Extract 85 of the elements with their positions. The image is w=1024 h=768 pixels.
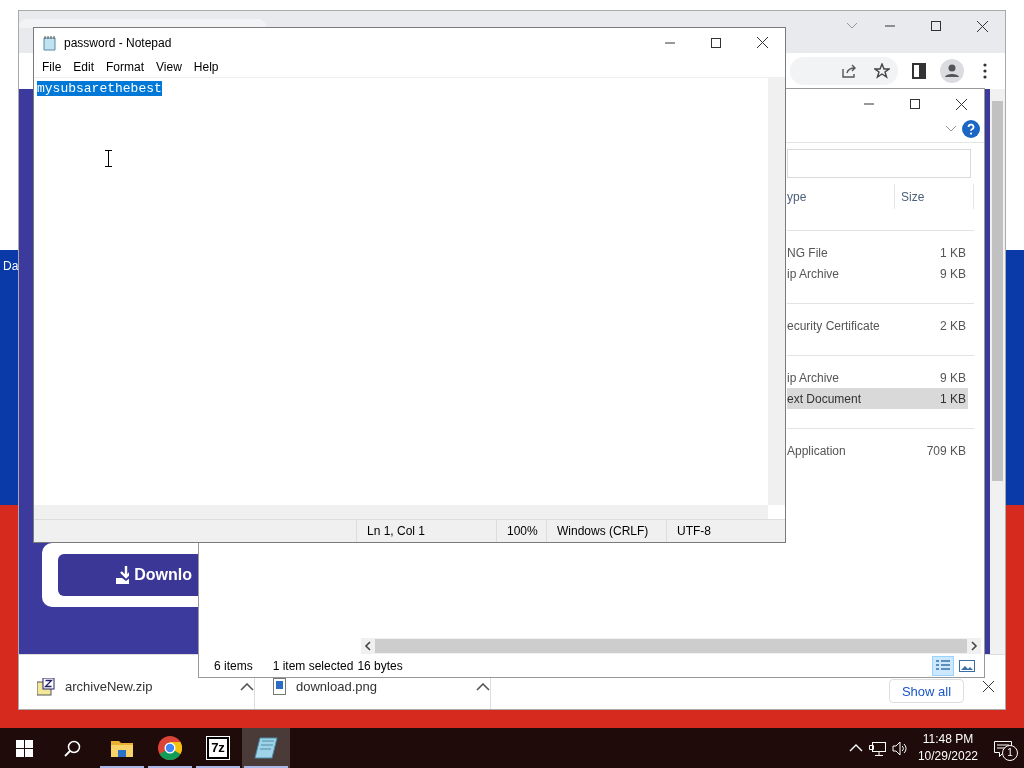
avatar-icon	[939, 59, 964, 83]
chevron-icon	[847, 23, 857, 29]
status-text: Windows (CRLF)	[557, 523, 649, 540]
file-name[interactable]: archiveNew.zip	[65, 676, 230, 697]
more-icon	[982, 63, 987, 79]
chevron-up-icon[interactable]	[848, 744, 863, 752]
notepad-icon	[42, 34, 58, 51]
file-size: 9 KB	[940, 265, 966, 283]
taskbar-app[interactable]: 7z	[194, 728, 242, 768]
menu-item[interactable]: Edit	[67, 58, 101, 76]
file-type: NG File	[787, 244, 828, 262]
caret-icon	[240, 682, 254, 691]
time-text: 11:48 PM	[922, 731, 974, 748]
taskbar-app[interactable]	[242, 728, 290, 768]
file-type: ip Archive	[787, 369, 840, 387]
file-type: Application	[787, 442, 846, 460]
file-size: 1 KB	[940, 244, 966, 262]
file-type: ext Document	[787, 390, 862, 408]
file-row[interactable]: Application 709 KB	[787, 440, 968, 461]
date-text: 10/29/2022	[917, 748, 978, 765]
menu-item[interactable]: Format	[100, 58, 151, 76]
scrollbar[interactable]	[34, 505, 768, 519]
file-size: 1 KB	[940, 390, 966, 408]
archive-file-icon	[37, 677, 55, 696]
text-cursor-icon	[105, 150, 112, 167]
status-text: UTF-8	[677, 523, 711, 540]
address-bar[interactable]	[790, 57, 898, 85]
file-row[interactable]: ip Archive 9 KB	[787, 367, 968, 388]
close-icon	[756, 37, 768, 48]
caret-icon	[476, 682, 490, 691]
scrollbar[interactable]	[990, 89, 1005, 654]
volume-icon[interactable]	[891, 740, 908, 756]
menu-item[interactable]: Help	[187, 58, 225, 76]
file-size: 2 KB	[940, 317, 966, 335]
notification-count: 1	[1002, 745, 1018, 761]
maximize-icon	[931, 21, 941, 31]
file-type: ip Archive	[787, 265, 840, 283]
network-icon[interactable]	[868, 740, 886, 756]
item-count: 6 items	[214, 657, 253, 675]
search-field[interactable]	[787, 149, 971, 178]
view-toggle[interactable]	[932, 655, 954, 676]
menu-item[interactable]: View	[150, 58, 188, 76]
side-panel-icon	[911, 63, 926, 79]
status-text: 100%	[507, 523, 538, 540]
file-size: 709 KB	[926, 442, 966, 460]
file-size: 9 KB	[940, 369, 966, 387]
close-icon	[955, 98, 967, 110]
chevron-icon	[946, 125, 956, 132]
preview-view-icon	[959, 659, 975, 672]
file-row[interactable]: ext Document 1 KB	[787, 388, 968, 409]
download-icon	[116, 566, 130, 584]
scrollbar[interactable]	[768, 78, 785, 505]
browser-icon	[158, 736, 182, 760]
file-row[interactable]: NG File 1 KB	[787, 242, 968, 263]
close-icon	[976, 20, 988, 32]
selection-size: 16 bytes	[357, 657, 403, 675]
details-view-icon	[935, 658, 951, 673]
file-row[interactable]: ecurity Certificate 2 KB	[787, 315, 968, 336]
column-header[interactable]: ype	[787, 184, 895, 209]
close-icon	[982, 680, 995, 693]
help-icon[interactable]	[962, 119, 980, 138]
app-icon: 7z	[207, 737, 229, 759]
selection-info: 1 item selected	[272, 657, 354, 675]
window-title: password - Notepad	[64, 34, 172, 52]
scrollbar[interactable]	[361, 638, 981, 654]
file-row[interactable]: ip Archive 9 KB	[787, 263, 968, 284]
notepad-icon	[254, 737, 278, 759]
clock[interactable]: 11:48 PM 10/29/2022	[913, 731, 982, 765]
document-text[interactable]: mysubsarethebest	[37, 81, 162, 96]
file-name[interactable]: download.png	[296, 676, 466, 697]
star-icon	[873, 63, 890, 79]
desktop-icon-label[interactable]: Da	[3, 257, 19, 275]
show-all-button[interactable]: Show all	[889, 679, 964, 703]
folder-icon	[111, 739, 133, 757]
column-header[interactable]: Size	[895, 184, 925, 209]
search-icon	[63, 739, 81, 757]
maximize-icon	[910, 99, 920, 109]
windows-icon	[15, 739, 33, 757]
share-icon	[840, 63, 857, 79]
maximize-icon	[711, 37, 721, 48]
status-text: Ln 1, Col 1	[367, 523, 426, 540]
notification-icon	[994, 740, 1012, 757]
download-button[interactable]: Downlo	[58, 554, 198, 596]
file-type: ecurity Certificate	[787, 317, 880, 335]
menu-item[interactable]: File	[36, 58, 68, 76]
